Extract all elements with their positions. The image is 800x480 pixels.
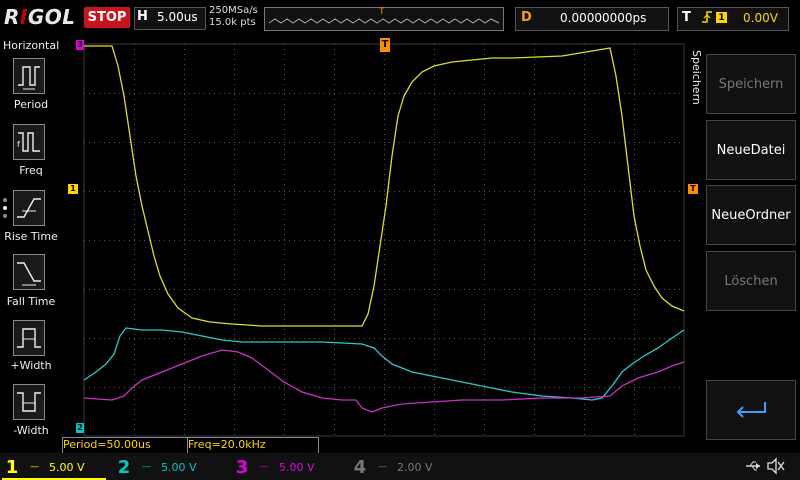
fall-time-icon: [17, 262, 41, 286]
fall-time-label: Fall Time: [6, 295, 56, 308]
rise-time-label: Rise Time: [4, 230, 58, 243]
brand-logo: RIGOL: [4, 5, 76, 29]
ch3-offset-marker[interactable]: 3: [76, 40, 84, 50]
new-file-button[interactable]: NeueDatei: [706, 120, 796, 180]
memory-trigger-marker: T: [379, 7, 385, 17]
ch3-coupling: —: [260, 462, 269, 472]
channel-3-tab[interactable]: 3 — 5.00 V: [232, 456, 336, 478]
ch2-coupling: —: [142, 462, 151, 472]
ch1-offset-marker[interactable]: 1: [68, 184, 78, 194]
ch4-number: 4: [353, 456, 367, 478]
rising-edge-icon: [701, 9, 713, 29]
timebase-value: 5.00us: [157, 10, 198, 24]
memory-depth: 15.0k pts: [209, 17, 256, 28]
trigger-level-marker[interactable]: T: [688, 184, 698, 194]
ch4-scale: 2.00 V: [397, 460, 433, 474]
trigger-level-value: 0.00V: [743, 11, 778, 25]
channel-4-tab[interactable]: 4 — 2.00 V: [350, 456, 454, 478]
trigger-letter: T: [682, 10, 691, 25]
ch2-offset-marker[interactable]: 2: [76, 423, 84, 433]
trigger-source-badge: 1: [716, 12, 727, 23]
ch1-coupling: —: [30, 462, 39, 472]
freq-measure-button[interactable]: f: [13, 124, 45, 160]
period-result: Period=50.00us: [62, 437, 188, 454]
negative-width-button[interactable]: [13, 384, 45, 420]
trigger-position-marker[interactable]: T: [380, 38, 390, 52]
fall-time-button[interactable]: [13, 254, 45, 290]
return-button[interactable]: [706, 380, 796, 440]
measure-panel-title: Horizontal: [3, 39, 60, 52]
new-folder-button[interactable]: NeueOrdner: [706, 185, 796, 245]
speaker-muted-icon[interactable]: [766, 457, 786, 479]
waveform-display[interactable]: [62, 36, 688, 440]
freq-measure-icon: f: [17, 132, 40, 152]
period-measure-button[interactable]: [13, 58, 45, 94]
channel-2-tab[interactable]: 2 — 5.00 V: [114, 456, 218, 478]
ch3-scale: 5.00 V: [279, 460, 315, 474]
svg-text:f: f: [17, 140, 20, 149]
run-stop-button[interactable]: STOP: [84, 7, 130, 28]
delay-letter: D: [521, 10, 532, 25]
menu-side-label: Speichern: [690, 50, 703, 105]
rise-time-button[interactable]: [13, 190, 45, 226]
rise-time-icon: [17, 198, 41, 218]
freq-label: Freq: [19, 164, 43, 177]
usb-icon: [744, 458, 762, 478]
save-button[interactable]: Speichern: [706, 54, 796, 114]
page-dot-1: [3, 198, 7, 202]
delay-value: 0.00000000ps: [560, 11, 647, 25]
channel-1-tab[interactable]: 1 — 5.00 V: [2, 456, 106, 480]
timebase-letter: H: [137, 9, 148, 24]
positive-width-button[interactable]: [13, 320, 45, 356]
ch2-number: 2: [117, 456, 131, 478]
freq-result: Freq=20.0kHz: [187, 437, 319, 454]
delete-button[interactable]: Löschen: [706, 251, 796, 311]
sample-rate: 250MSa/s: [209, 5, 258, 16]
negative-width-label: -Width: [13, 424, 49, 437]
positive-width-icon: [17, 328, 41, 348]
ch2-scale: 5.00 V: [161, 460, 197, 474]
negative-width-icon: [17, 392, 41, 412]
period-measure-icon: [18, 66, 40, 90]
page-dot-3: [3, 214, 7, 218]
ch3-number: 3: [235, 456, 249, 478]
positive-width-label: +Width: [10, 359, 52, 372]
ch1-scale: 5.00 V: [49, 460, 85, 474]
return-icon: [736, 402, 766, 418]
ch4-coupling: —: [378, 462, 387, 472]
ch1-number: 1: [5, 456, 19, 478]
page-dot-2: [3, 206, 7, 210]
period-label: Period: [13, 98, 49, 111]
